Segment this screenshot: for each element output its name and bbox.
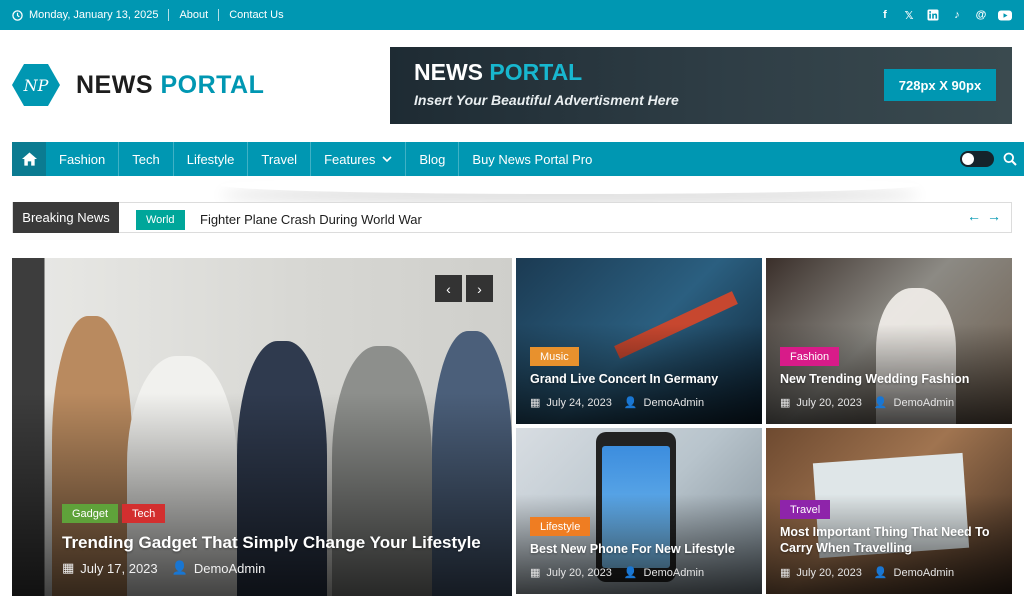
- badge-category[interactable]: Travel: [780, 500, 831, 519]
- ad-size-badge: 728px X 90px: [884, 69, 996, 101]
- card-date: July 24, 2023: [546, 396, 612, 409]
- post-card[interactable]: Music Grand Live Concert In Germany ▦ Ju…: [516, 258, 762, 424]
- search-icon: [1003, 152, 1017, 166]
- youtube-icon[interactable]: [998, 8, 1012, 22]
- threads-icon[interactable]: @: [974, 8, 988, 22]
- prev-arrow-icon[interactable]: ←: [967, 208, 981, 224]
- logo-mark: NP: [12, 64, 60, 106]
- badge-category[interactable]: Fashion: [780, 347, 840, 366]
- date-display: Monday, January 13, 2025: [12, 9, 158, 21]
- chevron-right-icon: ›: [477, 280, 482, 297]
- card-title[interactable]: Grand Live Concert In Germany: [530, 372, 750, 386]
- card-title[interactable]: Most Important Thing That Need To Carry …: [780, 524, 1002, 556]
- feature-title[interactable]: Trending Gadget That Simply Change Your …: [62, 533, 502, 553]
- about-link[interactable]: About: [179, 9, 208, 21]
- nav-item-travel[interactable]: Travel: [248, 142, 312, 176]
- chevron-down-icon: [382, 155, 392, 162]
- breaking-headline[interactable]: Fighter Plane Crash During World War: [200, 212, 422, 227]
- user-icon: 👤: [873, 397, 888, 409]
- clock-icon: [12, 9, 23, 21]
- ad-title-news: NEWS: [414, 59, 483, 85]
- facebook-icon[interactable]: f: [878, 8, 892, 22]
- main-navigation: Fashion Tech Lifestyle Travel Features B…: [12, 142, 1024, 176]
- post-card[interactable]: Lifestyle Best New Phone For New Lifesty…: [516, 428, 762, 594]
- nav-item-lifestyle[interactable]: Lifestyle: [174, 142, 249, 176]
- calendar-icon: ▦: [530, 567, 541, 579]
- nav-shadow: [220, 176, 920, 194]
- logo-portal-text: PORTAL: [160, 70, 265, 99]
- card-date: July 20, 2023: [796, 566, 862, 579]
- featured-slide[interactable]: Gadget Tech Trending Gadget That Simply …: [12, 258, 512, 596]
- breaking-news-bar: Breaking News World Fighter Plane Crash …: [12, 202, 1012, 233]
- feature-date: July 17, 2023: [80, 560, 158, 576]
- card-date: July 20, 2023: [796, 396, 862, 409]
- slider-next-button[interactable]: ›: [466, 275, 493, 302]
- linkedin-icon[interactable]: [926, 8, 940, 22]
- calendar-icon: ▦: [780, 397, 791, 409]
- toggle-knob: [962, 153, 974, 165]
- user-icon: 👤: [873, 567, 888, 579]
- card-author[interactable]: DemoAdmin: [894, 567, 955, 579]
- card-meta: ▦ July 20, 2023 👤 DemoAdmin: [530, 566, 705, 580]
- badge-category[interactable]: Music: [530, 347, 579, 366]
- divider: [168, 9, 170, 21]
- card-title[interactable]: New Trending Wedding Fashion: [780, 372, 1000, 386]
- advertisement-banner[interactable]: NEWS PORTAL Insert Your Beautiful Advert…: [390, 47, 1012, 124]
- divider: [218, 9, 220, 21]
- ad-title: NEWS PORTAL: [414, 59, 582, 86]
- nav-item-buy-pro[interactable]: Buy News Portal Pro: [459, 142, 605, 176]
- badge-tech[interactable]: Tech: [122, 504, 166, 523]
- calendar-icon: ▦: [530, 397, 541, 409]
- nav-item-blog[interactable]: Blog: [406, 142, 460, 176]
- logo-news-text: NEWS: [76, 70, 153, 99]
- slider-prev-button[interactable]: ‹: [435, 275, 462, 302]
- site-title: NEWS PORTAL: [76, 71, 264, 100]
- top-bar: Monday, January 13, 2025 About Contact U…: [0, 0, 1024, 30]
- search-button[interactable]: [1001, 150, 1019, 168]
- nav-item-features-label: Features: [324, 151, 376, 167]
- dark-mode-toggle[interactable]: [960, 151, 994, 167]
- user-icon: 👤: [623, 397, 638, 409]
- feature-author[interactable]: DemoAdmin: [194, 561, 266, 576]
- site-header: NP NEWS PORTAL NEWS PORTAL Insert Your B…: [0, 30, 1024, 141]
- card-title[interactable]: Best New Phone For New Lifestyle: [530, 542, 750, 556]
- post-card[interactable]: Fashion New Trending Wedding Fashion ▦ J…: [766, 258, 1012, 424]
- next-arrow-icon[interactable]: →: [987, 208, 1001, 224]
- nav-item-features[interactable]: Features: [311, 142, 407, 176]
- card-date: July 20, 2023: [546, 566, 612, 579]
- post-card[interactable]: Travel Most Important Thing That Need To…: [766, 428, 1012, 594]
- feature-meta: ▦ July 17, 2023 👤 DemoAdmin: [62, 560, 265, 576]
- chevron-left-icon: ‹: [446, 280, 451, 297]
- card-author[interactable]: DemoAdmin: [644, 567, 705, 579]
- home-icon: [21, 152, 37, 166]
- calendar-icon: ▦: [780, 567, 791, 579]
- card-meta: ▦ July 20, 2023 👤 DemoAdmin: [780, 396, 955, 410]
- card-author[interactable]: DemoAdmin: [644, 397, 705, 409]
- current-date: Monday, January 13, 2025: [29, 9, 159, 21]
- x-icon[interactable]: 𝕏: [902, 8, 916, 22]
- card-author[interactable]: DemoAdmin: [894, 397, 955, 409]
- site-logo[interactable]: NP NEWS PORTAL: [12, 64, 264, 106]
- breaking-arrows: ← →: [967, 208, 1001, 224]
- nav-item-tech[interactable]: Tech: [119, 142, 174, 176]
- nav-item-fashion[interactable]: Fashion: [46, 142, 120, 176]
- card-meta: ▦ July 24, 2023 👤 DemoAdmin: [530, 396, 705, 410]
- card-meta: ▦ July 20, 2023 👤 DemoAdmin: [780, 566, 955, 580]
- breaking-news-label: Breaking News: [13, 202, 119, 233]
- ad-tagline: Insert Your Beautiful Advertisment Here: [414, 92, 679, 108]
- ad-title-portal: PORTAL: [489, 59, 583, 85]
- home-button[interactable]: [12, 142, 46, 176]
- tiktok-icon[interactable]: ♪: [950, 8, 964, 22]
- breaking-category-badge[interactable]: World: [136, 210, 185, 230]
- user-icon: 👤: [623, 567, 638, 579]
- nav-menu: Fashion Tech Lifestyle Travel Features B…: [46, 142, 605, 176]
- calendar-icon: ▦: [62, 560, 75, 575]
- badge-gadget[interactable]: Gadget: [62, 504, 119, 523]
- badge-category[interactable]: Lifestyle: [530, 517, 591, 536]
- contact-link[interactable]: Contact Us: [229, 9, 283, 21]
- social-links: f 𝕏 ♪ @: [878, 0, 1012, 30]
- user-icon: 👤: [171, 560, 188, 575]
